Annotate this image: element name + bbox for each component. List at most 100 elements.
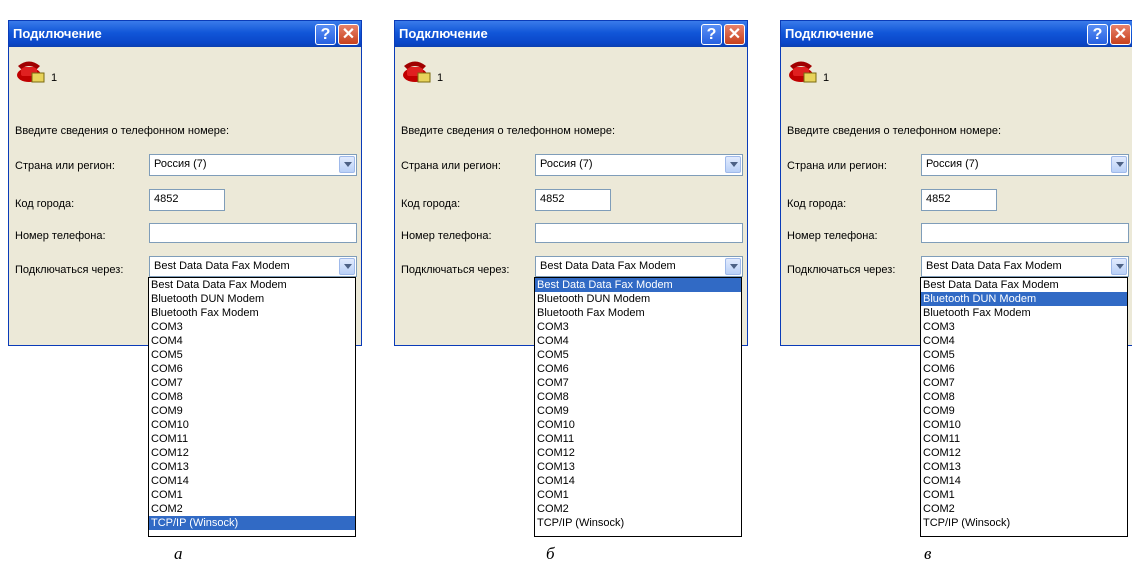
close-icon[interactable]: ✕ [338,24,359,45]
phone-number-input[interactable] [149,223,357,243]
dropdown-option[interactable]: COM14 [535,474,741,488]
dropdown-option[interactable]: Best Data Data Fax Modem [535,278,741,292]
dropdown-option[interactable]: COM8 [921,390,1127,404]
prompt-text: Введите сведения о телефонном номере: [787,125,1002,137]
dropdown-option[interactable]: COM8 [535,390,741,404]
dropdown-option[interactable]: Bluetooth Fax Modem [149,306,355,320]
dropdown-option[interactable]: COM11 [535,432,741,446]
dropdown-option[interactable]: COM5 [921,348,1127,362]
dropdown-option[interactable]: COM14 [921,474,1127,488]
help-icon[interactable]: ? [701,24,722,45]
dropdown-option[interactable]: Bluetooth DUN Modem [921,292,1127,306]
close-icon[interactable]: ✕ [1110,24,1131,45]
city-code-input[interactable]: 4852 [921,189,997,211]
chevron-down-icon[interactable] [725,258,741,275]
dropdown-option[interactable]: Best Data Data Fax Modem [921,278,1127,292]
title-bar[interactable]: Подключение ? ✕ [781,21,1132,47]
dropdown-option[interactable]: Bluetooth Fax Modem [921,306,1127,320]
country-select[interactable]: Россия (7) [149,154,357,176]
dropdown-option[interactable]: COM9 [535,404,741,418]
city-code-label: Код города: [15,198,75,210]
dropdown-option[interactable]: COM2 [535,502,741,516]
dropdown-option[interactable]: COM4 [149,334,355,348]
city-code-input[interactable]: 4852 [149,189,225,211]
dropdown-option[interactable]: COM10 [149,418,355,432]
dropdown-option[interactable]: COM1 [149,488,355,502]
dropdown-option[interactable]: COM5 [535,348,741,362]
dropdown-option[interactable]: Bluetooth DUN Modem [535,292,741,306]
device-dropdown-list[interactable]: Best Data Data Fax Modem Bluetooth DUN Mo… [148,277,356,537]
dropdown-option[interactable]: COM6 [535,362,741,376]
dropdown-option[interactable]: COM13 [921,460,1127,474]
phone-number-label: Номер телефона: [787,230,878,242]
dropdown-option[interactable]: COM4 [921,334,1127,348]
chevron-down-icon[interactable] [725,156,741,173]
connect-via-select[interactable]: Best Data Data Fax Modem [921,256,1129,277]
help-icon[interactable]: ? [315,24,336,45]
dropdown-option[interactable]: COM6 [149,362,355,376]
panel-c: Подключение ? ✕ 1 Введите сведения о тел… [772,0,1132,563]
dropdown-option[interactable]: COM3 [149,320,355,334]
dropdown-option[interactable]: COM10 [921,418,1127,432]
chevron-down-icon[interactable] [1111,258,1127,275]
close-icon[interactable]: ✕ [724,24,745,45]
connect-via-value: Best Data Data Fax Modem [540,260,676,272]
dropdown-option[interactable]: Bluetooth DUN Modem [149,292,355,306]
dropdown-option[interactable]: TCP/IP (Winsock) [921,516,1127,530]
dropdown-option[interactable]: Best Data Data Fax Modem [149,278,355,292]
dropdown-option[interactable]: COM2 [149,502,355,516]
dropdown-option[interactable]: COM7 [149,376,355,390]
dropdown-option[interactable]: COM8 [149,390,355,404]
help-icon[interactable]: ? [1087,24,1108,45]
dropdown-option[interactable]: COM12 [921,446,1127,460]
dropdown-option[interactable]: COM2 [921,502,1127,516]
country-select[interactable]: Россия (7) [921,154,1129,176]
dropdown-option[interactable]: COM7 [535,376,741,390]
dropdown-option[interactable]: COM13 [535,460,741,474]
title-bar[interactable]: Подключение ? ✕ [395,21,747,47]
dropdown-option[interactable]: COM5 [149,348,355,362]
chevron-down-icon[interactable] [1111,156,1127,173]
phone-number-input[interactable] [535,223,743,243]
phone-number-input[interactable] [921,223,1129,243]
device-dropdown-list[interactable]: Best Data Data Fax Modem Bluetooth DUN Mo… [534,277,742,537]
dropdown-option[interactable]: COM11 [921,432,1127,446]
panel-caption: а [174,544,183,563]
panel-caption: в [924,544,932,563]
chevron-down-icon[interactable] [339,258,355,275]
connect-via-value: Best Data Data Fax Modem [154,260,290,272]
panel-caption: б [546,544,555,563]
dropdown-option[interactable]: COM1 [535,488,741,502]
phone-number-label: Номер телефона: [401,230,492,242]
entry-name: 1 [823,72,830,84]
dropdown-option[interactable]: Bluetooth Fax Modem [535,306,741,320]
dropdown-option[interactable]: TCP/IP (Winsock) [149,516,355,530]
dropdown-option[interactable]: COM12 [535,446,741,460]
dropdown-option[interactable]: COM3 [535,320,741,334]
connect-via-label: Подключаться через: [15,264,124,276]
city-code-input[interactable]: 4852 [535,189,611,211]
connect-via-select[interactable]: Best Data Data Fax Modem [535,256,743,277]
connect-via-label: Подключаться через: [787,264,896,276]
dropdown-option[interactable]: COM13 [149,460,355,474]
dropdown-option[interactable]: COM10 [535,418,741,432]
chevron-down-icon[interactable] [339,156,355,173]
dropdown-option[interactable]: COM4 [535,334,741,348]
dropdown-option[interactable]: COM11 [149,432,355,446]
dropdown-option[interactable]: TCP/IP (Winsock) [535,516,741,530]
dropdown-option[interactable]: COM9 [921,404,1127,418]
city-code-label: Код города: [787,198,847,210]
dropdown-option[interactable]: COM9 [149,404,355,418]
connect-via-select[interactable]: Best Data Data Fax Modem [149,256,357,277]
dialog-title: Подключение [785,26,874,41]
dropdown-option[interactable]: COM6 [921,362,1127,376]
country-select[interactable]: Россия (7) [535,154,743,176]
dropdown-option[interactable]: COM7 [921,376,1127,390]
title-bar[interactable]: Подключение ? ✕ [9,21,361,47]
device-dropdown-list[interactable]: Best Data Data Fax Modem Bluetooth DUN Mo… [920,277,1128,537]
country-value: Россия (7) [540,158,593,170]
dropdown-option[interactable]: COM3 [921,320,1127,334]
dropdown-option[interactable]: COM14 [149,474,355,488]
dropdown-option[interactable]: COM1 [921,488,1127,502]
dropdown-option[interactable]: COM12 [149,446,355,460]
